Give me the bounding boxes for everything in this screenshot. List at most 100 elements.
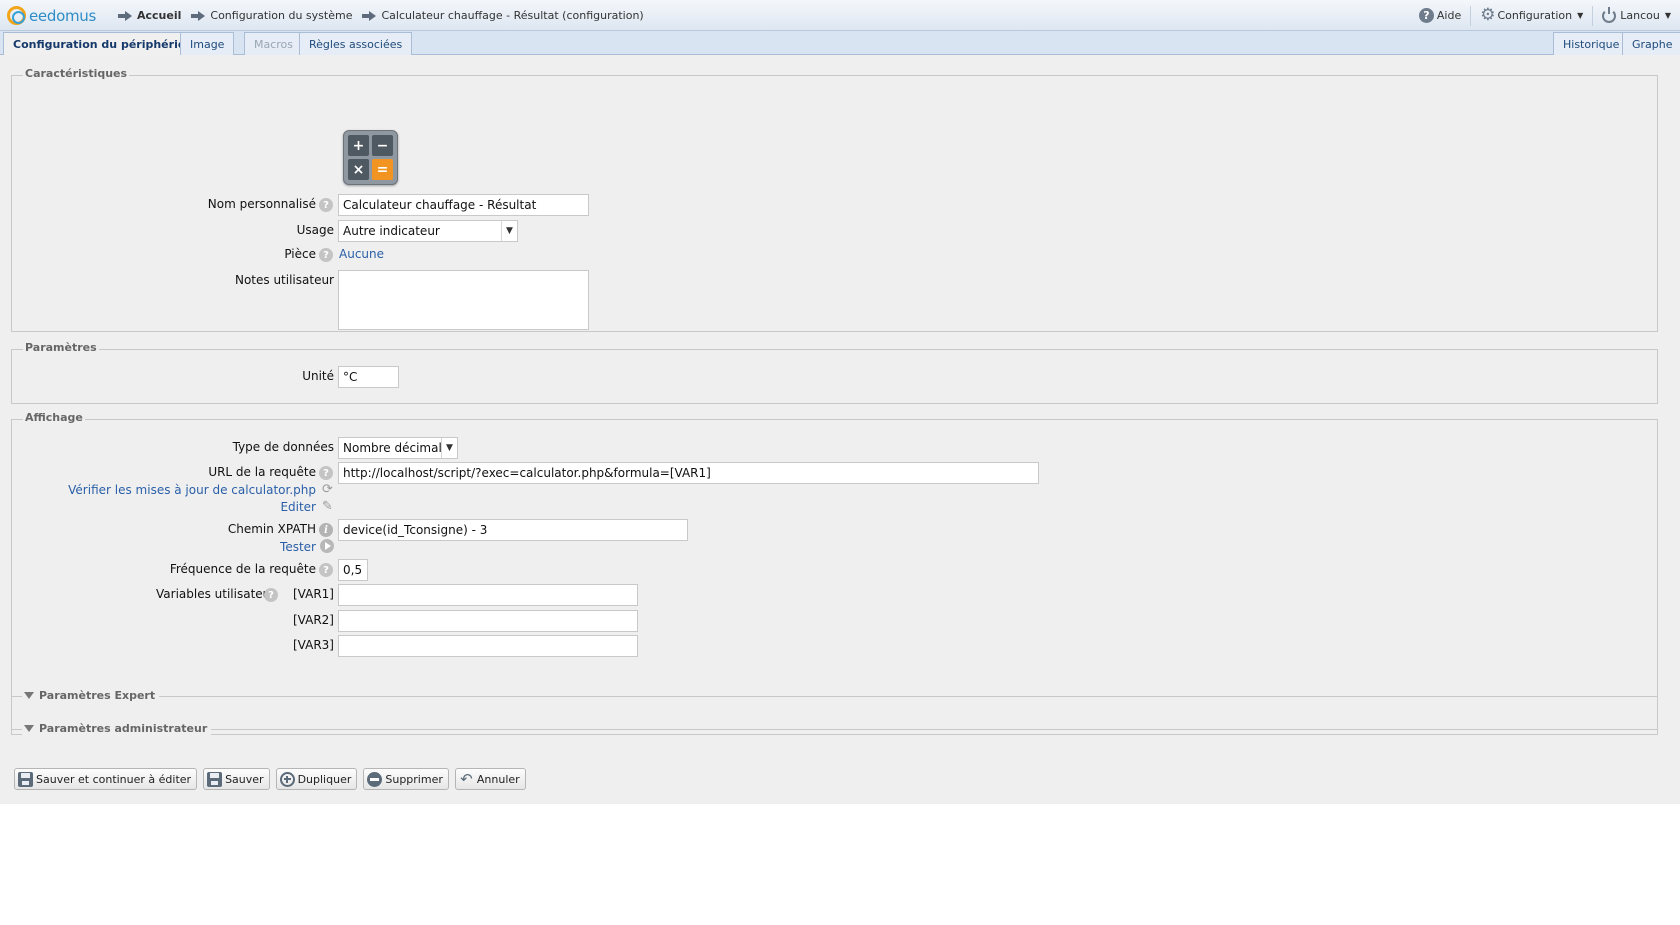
calc-plus-key: +: [348, 135, 369, 156]
breadcrumb: Accueil Configuration du système Calcula…: [118, 0, 654, 31]
help-icon[interactable]: ?: [319, 198, 333, 212]
triangle-down-icon: [24, 725, 34, 732]
gear-icon: ⚙: [1480, 5, 1496, 25]
row-freq: Fréquence de la requête ? 0,5: [12, 559, 1657, 581]
help-icon[interactable]: ?: [319, 466, 333, 480]
divider: [11, 729, 1658, 730]
unite-input[interactable]: °C: [338, 366, 399, 388]
legend-caracteristiques: Caractéristiques: [23, 67, 130, 80]
help-link[interactable]: ? Aide: [1410, 6, 1470, 26]
usage-select[interactable]: Autre indicateur ▼: [338, 220, 518, 242]
tab-bar: Configuration du périphérique Image Macr…: [0, 31, 1680, 56]
eedomus-logo[interactable]: eedomus: [7, 5, 96, 26]
var3-input[interactable]: [338, 635, 638, 657]
action-buttons: Sauver et continuer à éditer Sauver Dupl…: [14, 768, 532, 790]
row-var3: [VAR3]: [12, 635, 1657, 657]
save-icon: [207, 771, 223, 787]
help-icon[interactable]: ?: [319, 563, 333, 577]
arrow-right-icon: [191, 10, 206, 21]
type-select-value: Nombre décimal: [343, 441, 442, 455]
label-usage: Usage: [296, 223, 334, 237]
var2-input[interactable]: [338, 610, 638, 632]
label-vars: Variables utilisateur: [156, 587, 276, 601]
section-admin[interactable]: Paramètres administrateur: [11, 722, 1658, 736]
duplicate-button[interactable]: Dupliquer: [275, 768, 358, 790]
delete-button[interactable]: Supprimer: [363, 768, 449, 790]
arrow-right-icon: [118, 10, 133, 21]
row-var1: Variables utilisateur ? [VAR1]: [12, 584, 1657, 606]
legend-parametres: Paramètres: [23, 341, 99, 354]
info-icon[interactable]: i: [319, 523, 333, 537]
save-button[interactable]: Sauver: [203, 768, 270, 790]
breadcrumb-system-config[interactable]: Configuration du système: [191, 9, 352, 22]
label-unite: Unité: [302, 369, 334, 383]
label-url: URL de la requête: [208, 465, 316, 479]
label-notes: Notes utilisateur: [234, 273, 334, 287]
label-var3: [VAR3]: [293, 638, 334, 652]
top-bar: eedomus Accueil Configuration du système…: [0, 0, 1680, 31]
tab-history[interactable]: Historique: [1553, 32, 1630, 55]
arrow-right-icon: [362, 10, 377, 21]
calc-minus-key: −: [372, 135, 393, 156]
caret-down-icon: ▼: [1664, 11, 1671, 20]
row-var2: [VAR2]: [12, 610, 1657, 632]
usage-select-value: Autre indicateur: [343, 224, 440, 238]
main-content: Caractéristiques + − × = Nom personnalis…: [0, 55, 1680, 804]
top-right-menu: ? Aide ⚙ Configuration ▼ Lancou ▼: [1410, 0, 1680, 31]
edit-link[interactable]: Editer: [280, 500, 316, 514]
label-nom: Nom personnalisé: [207, 197, 316, 211]
label-var2: [VAR2]: [293, 613, 334, 627]
caret-down-icon: ▼: [1577, 11, 1584, 20]
user-menu[interactable]: Lancou ▼: [1592, 5, 1680, 26]
tab-rules[interactable]: Règles associées: [299, 32, 413, 55]
plus-circle-icon: [279, 771, 295, 787]
tab-image[interactable]: Image: [180, 32, 235, 55]
notes-textarea[interactable]: [338, 270, 589, 330]
piece-link[interactable]: Aucune: [339, 247, 384, 261]
section-expert-title[interactable]: Paramètres Expert: [22, 689, 160, 702]
calc-times-key: ×: [348, 159, 369, 180]
cancel-button[interactable]: ↶ Annuler: [454, 768, 526, 790]
refresh-icon[interactable]: ⟳: [321, 483, 334, 496]
divider: [11, 696, 1658, 697]
chevron-down-icon: ▼: [501, 221, 517, 241]
section-admin-title[interactable]: Paramètres administrateur: [22, 722, 212, 735]
row-piece: Pièce ? Aucune: [12, 244, 1657, 266]
tab-graph[interactable]: Graphe: [1622, 32, 1680, 55]
row-nom: Nom personnalisé ? Calculateur chauffage…: [12, 194, 1657, 216]
play-icon[interactable]: [320, 539, 334, 553]
pencil-icon[interactable]: ✎: [321, 500, 334, 513]
label-xpath: Chemin XPATH: [227, 522, 316, 536]
row-usage: Usage Autre indicateur ▼: [12, 220, 1657, 242]
legend-affichage: Affichage: [23, 411, 85, 424]
triangle-down-icon: [24, 692, 34, 699]
label-type: Type de données: [232, 440, 334, 454]
section-expert[interactable]: Paramètres Expert: [11, 689, 1658, 703]
row-tester: Tester: [12, 537, 1657, 559]
tab-macros: Macros: [244, 32, 304, 55]
label-freq: Fréquence de la requête: [169, 562, 316, 576]
calculator-icon[interactable]: + − × =: [343, 130, 398, 185]
fieldset-caracteristiques: Caractéristiques + − × = Nom personnalis…: [11, 67, 1658, 332]
label-var1: [VAR1]: [293, 587, 334, 601]
verify-updates-link[interactable]: Vérifier les mises à jour de calculator.…: [68, 483, 316, 497]
tester-link[interactable]: Tester: [280, 540, 316, 554]
chevron-down-icon: ▼: [441, 438, 457, 458]
help-icon[interactable]: ?: [264, 588, 278, 602]
freq-input[interactable]: 0,5: [338, 559, 368, 581]
type-select[interactable]: Nombre décimal ▼: [338, 437, 458, 459]
save-continue-button[interactable]: Sauver et continuer à éditer: [14, 768, 198, 790]
configuration-menu[interactable]: ⚙ Configuration ▼: [1470, 5, 1592, 26]
fieldset-parametres: Paramètres Unité °C: [11, 341, 1658, 404]
var1-input[interactable]: [338, 584, 638, 606]
help-icon: ?: [1418, 8, 1434, 23]
row-type: Type de données Nombre décimal ▼: [12, 437, 1657, 459]
nom-input[interactable]: Calculateur chauffage - Résultat: [338, 194, 589, 216]
row-unite: Unité °C: [12, 366, 1657, 388]
save-icon: [18, 771, 33, 787]
label-piece: Pièce: [284, 247, 316, 261]
help-icon[interactable]: ?: [319, 248, 333, 262]
breadcrumb-home[interactable]: Accueil: [118, 9, 181, 22]
row-notes: Notes utilisateur: [12, 270, 1657, 330]
fieldset-affichage: Affichage Type de données Nombre décimal…: [11, 411, 1658, 735]
